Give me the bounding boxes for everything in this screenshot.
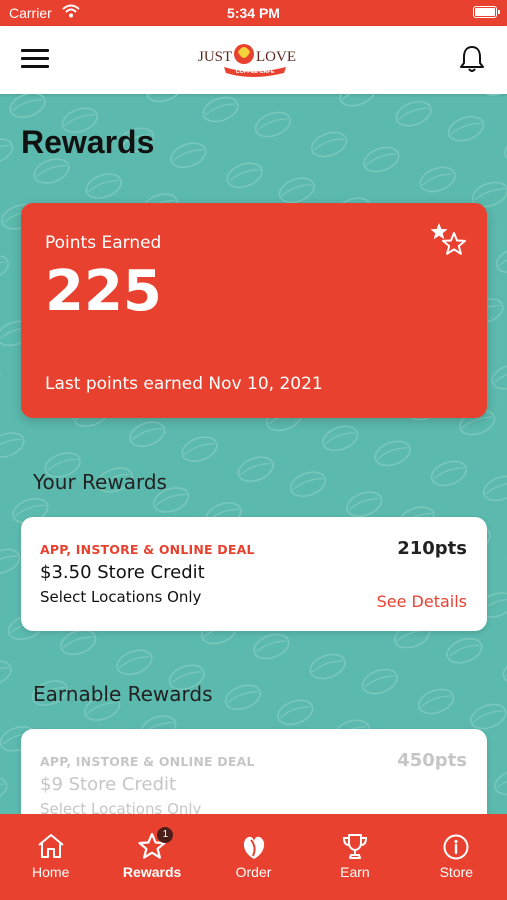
trophy-icon — [342, 834, 367, 859]
tab-order[interactable]: Order — [203, 814, 304, 900]
svg-text:JUST: JUST — [198, 49, 232, 65]
tab-label: Store — [439, 864, 474, 880]
notification-bell-icon[interactable] — [459, 44, 485, 74]
top-nav-bar: JUST LOVE COFFEE CAFE — [0, 26, 507, 94]
tab-earn[interactable]: Earn — [304, 814, 405, 900]
tab-label: Order — [235, 864, 272, 880]
page-title: Rewards — [21, 124, 155, 160]
tab-label: Home — [32, 864, 70, 880]
tab-label: Earn — [340, 864, 370, 880]
just-love-coffee-logo: JUST LOVE COFFEE CAFE — [198, 44, 296, 77]
points-earned-card: Points Earned 225 Last points earned Nov… — [21, 203, 487, 418]
your-rewards-heading: Your Rewards — [33, 470, 167, 494]
info-icon — [443, 834, 469, 860]
tab-rewards[interactable]: 1 Rewards — [101, 814, 202, 900]
last-points-earned: Last points earned Nov 10, 2021 — [45, 374, 323, 394]
home-icon — [38, 834, 64, 858]
reward-deal-type: APP, INSTORE & ONLINE DEAL — [40, 542, 255, 557]
hamburger-menu-icon[interactable] — [21, 49, 49, 71]
reward-title: $9 Store Credit — [40, 774, 177, 795]
tab-home[interactable]: Home — [0, 814, 101, 900]
battery-icon — [473, 6, 500, 18]
bottom-tab-bar: Home 1 Rewards Order Earn Store — [0, 814, 507, 900]
reward-deal-type: APP, INSTORE & ONLINE DEAL — [40, 754, 255, 769]
earnable-rewards-heading: Earnable Rewards — [33, 682, 213, 706]
svg-text:COFFEE CAFE: COFFEE CAFE — [236, 69, 275, 75]
points-value: 225 — [45, 259, 162, 324]
coffee-bean-background-pattern — [0, 94, 507, 814]
coffee-bean-icon — [243, 836, 264, 859]
status-bar: Carrier 5:34 PM — [0, 0, 507, 26]
tab-label: Rewards — [122, 864, 182, 880]
stars-icon — [430, 223, 466, 255]
reward-subtitle: Select Locations Only — [40, 588, 202, 606]
tab-store[interactable]: Store — [406, 814, 507, 900]
status-time: 5:34 PM — [227, 5, 280, 21]
reward-title: $3.50 Store Credit — [40, 562, 205, 583]
points-label: Points Earned — [45, 233, 162, 253]
rewards-badge: 1 — [157, 827, 174, 843]
reward-card[interactable]: APP, INSTORE & ONLINE DEAL $3.50 Store C… — [21, 517, 487, 631]
svg-text:LOVE: LOVE — [256, 49, 296, 65]
reward-points: 450pts — [397, 750, 467, 771]
reward-points: 210pts — [397, 538, 467, 559]
see-details-link[interactable]: See Details — [377, 592, 467, 611]
